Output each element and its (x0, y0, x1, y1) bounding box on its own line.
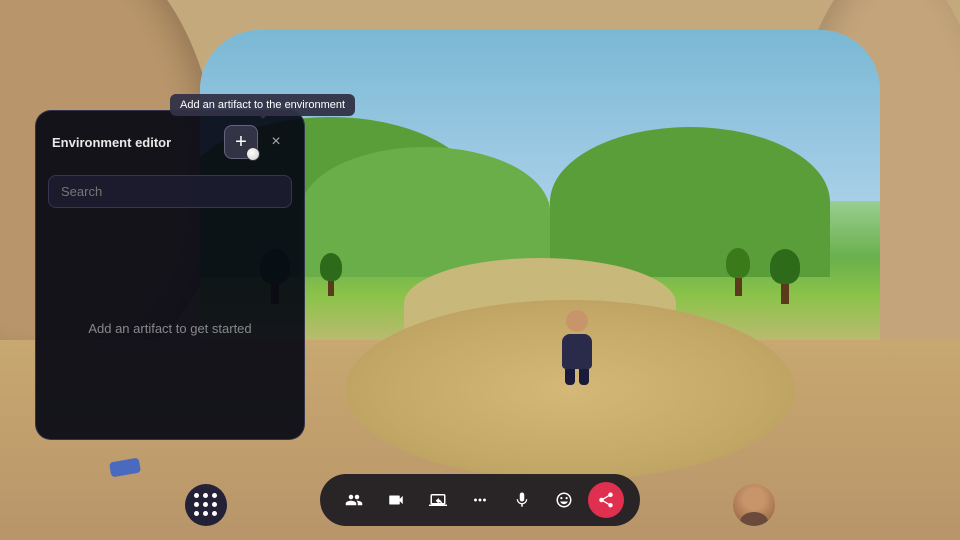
scene-avatar (557, 310, 597, 380)
screen-share-button[interactable] (420, 482, 456, 518)
avatar-preview (733, 484, 775, 526)
apps-grid-icon (194, 493, 218, 517)
environment-editor-panel: Environment editor × Add an artifact to … (35, 110, 305, 440)
tree-2 (320, 253, 342, 296)
share-button[interactable] (588, 482, 624, 518)
user-avatar-button[interactable] (733, 484, 775, 526)
empty-state: Add an artifact to get started (36, 218, 304, 438)
tree-4 (726, 248, 750, 296)
screen-share-icon (429, 491, 447, 509)
microphone-button[interactable] (504, 482, 540, 518)
camera-button[interactable] (378, 482, 414, 518)
tooltip: Add an artifact to the environment (170, 94, 355, 116)
panel-header-buttons: × (224, 125, 288, 159)
emoji-button[interactable] (546, 482, 582, 518)
tree-3 (770, 249, 800, 304)
search-container (36, 169, 304, 218)
search-input[interactable] (48, 175, 292, 208)
panel-title: Environment editor (52, 135, 171, 150)
people-button[interactable] (336, 482, 372, 518)
add-artifact-button[interactable] (224, 125, 258, 159)
more-icon (471, 491, 489, 509)
people-icon (345, 491, 363, 509)
emoji-icon (555, 491, 573, 509)
more-button[interactable] (462, 482, 498, 518)
microphone-icon (513, 491, 531, 509)
close-button[interactable]: × (264, 130, 288, 154)
toolbar (320, 474, 640, 526)
avatar-icon (733, 484, 775, 526)
apps-menu-button[interactable] (185, 484, 227, 526)
share-icon (597, 491, 615, 509)
camera-icon (387, 491, 405, 509)
